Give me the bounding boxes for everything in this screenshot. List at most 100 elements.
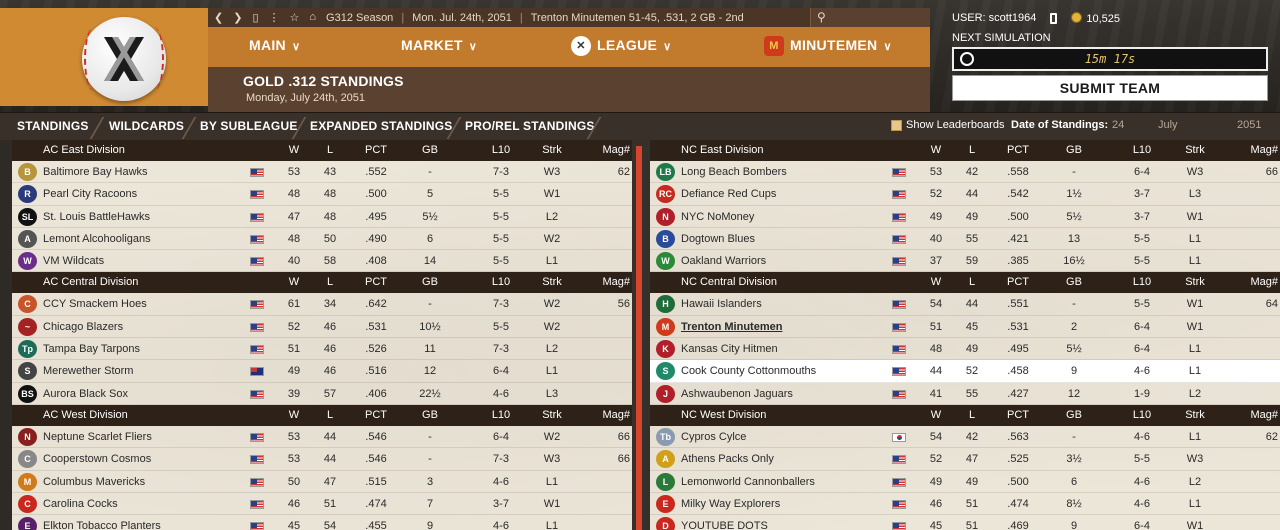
table-row[interactable]: C Carolina Cocks 46 51 .474 7 3-7 W1 bbox=[12, 492, 632, 516]
team-name-link[interactable]: Oakland Warriors bbox=[681, 255, 766, 267]
star-icon[interactable]: ☆ bbox=[290, 11, 300, 24]
table-row[interactable]: A Lemont Alcohooligans 48 50 .490 6 5-5 W2 bbox=[12, 227, 632, 251]
column-header-strk[interactable]: Strk bbox=[538, 276, 566, 288]
team-name-link[interactable]: Defiance Red Cups bbox=[681, 188, 776, 200]
column-header-pct[interactable]: PCT bbox=[360, 144, 392, 156]
team-name-link[interactable]: Neptune Scarlet Fliers bbox=[43, 431, 152, 443]
standings-day-select[interactable]: 24 bbox=[1112, 119, 1124, 131]
table-row[interactable]: L Lemonworld Cannonballers 49 49 .500 6 4-6 L2 bbox=[650, 470, 1280, 493]
column-header-w[interactable]: W bbox=[924, 144, 948, 156]
table-row[interactable]: C Cooperstown Cosmos 53 44 .546 - 7-3 W3 66 bbox=[12, 448, 632, 471]
table-row[interactable]: S Cook County Cottonmouths 44 52 .458 9 4-6 L1 bbox=[650, 360, 1280, 383]
table-row[interactable]: B Dogtown Blues 40 55 .421 13 5-5 L1 bbox=[650, 227, 1280, 251]
column-header-l10[interactable]: L10 bbox=[486, 409, 516, 421]
team-name-link[interactable]: Chicago Blazers bbox=[43, 321, 123, 333]
table-row[interactable]: E Milky Way Explorers 46 51 .474 8½ 4-6 L1 bbox=[650, 492, 1280, 516]
column-header-l[interactable]: L bbox=[318, 276, 342, 288]
column-header-gb[interactable]: GB bbox=[414, 144, 446, 156]
home-icon[interactable]: ⌂ bbox=[309, 11, 316, 24]
team-name-link[interactable]: Elkton Tobacco Planters bbox=[43, 520, 161, 530]
column-header-gb[interactable]: GB bbox=[414, 276, 446, 288]
submit-team-button[interactable]: SUBMIT TEAM bbox=[952, 75, 1268, 101]
mobile-icon[interactable]: ▯ bbox=[252, 11, 258, 24]
search-box[interactable]: ⚲ bbox=[810, 8, 930, 27]
table-row[interactable]: J Ashwaubenon Jaguars 41 55 .427 12 1-9 L2 bbox=[650, 382, 1280, 405]
table-row[interactable]: LB Long Beach Bombers 53 42 .558 - 6-4 W3 66 bbox=[650, 161, 1280, 184]
team-name-link[interactable]: St. Louis BattleHawks bbox=[43, 211, 150, 223]
table-row[interactable]: BS Aurora Black Sox 39 57 .406 22½ 4-6 L3 bbox=[12, 382, 632, 405]
column-header-mag[interactable]: Mag# bbox=[1240, 144, 1278, 156]
standings-month-select[interactable]: July bbox=[1158, 119, 1178, 131]
team-name-link[interactable]: Cypros Cylce bbox=[681, 431, 746, 443]
table-row[interactable]: Tb Cypros Cylce 54 42 .563 - 4-6 L1 62 bbox=[650, 425, 1280, 449]
team-name-link[interactable]: Dogtown Blues bbox=[681, 233, 755, 245]
table-row[interactable]: SL St. Louis BattleHawks 47 48 .495 5½ 5-5 L2 bbox=[12, 205, 632, 228]
column-header-mag[interactable]: Mag# bbox=[1240, 409, 1278, 421]
phone-icon[interactable] bbox=[1050, 12, 1058, 24]
table-row[interactable]: N Neptune Scarlet Fliers 53 44 .546 - 6-4 W2 66 bbox=[12, 425, 632, 449]
table-row[interactable]: RC Defiance Red Cups 52 44 .542 1½ 3-7 L3 bbox=[650, 183, 1280, 206]
team-name-link[interactable]: NYC NoMoney bbox=[681, 211, 754, 223]
table-row[interactable]: M Columbus Mavericks 50 47 .515 3 4-6 L1 bbox=[12, 470, 632, 493]
team-name-link[interactable]: Milky Way Explorers bbox=[681, 498, 780, 510]
table-row[interactable]: ~ Chicago Blazers 52 46 .531 10½ 5-5 W2 bbox=[12, 315, 632, 339]
column-header-mag[interactable]: Mag# bbox=[592, 276, 630, 288]
column-header-l[interactable]: L bbox=[318, 144, 342, 156]
nav-league[interactable]: ✕ LEAGUE ∨ bbox=[571, 27, 672, 67]
column-header-pct[interactable]: PCT bbox=[360, 276, 392, 288]
column-header-strk[interactable]: Strk bbox=[1181, 276, 1209, 288]
column-header-l10[interactable]: L10 bbox=[1127, 409, 1157, 421]
team-name-link[interactable]: Hawaii Islanders bbox=[681, 298, 762, 310]
team-name-link[interactable]: Carolina Cocks bbox=[43, 498, 118, 510]
nav-market[interactable]: MARKET ∨ bbox=[401, 27, 477, 67]
table-row[interactable]: Tp Tampa Bay Tarpons 51 46 .526 11 7-3 L2 bbox=[12, 338, 632, 361]
table-row[interactable]: R Pearl City Racoons 48 48 .500 5 5-5 W1 bbox=[12, 183, 632, 206]
team-name-link[interactable]: Aurora Black Sox bbox=[43, 388, 128, 400]
column-header-strk[interactable]: Strk bbox=[538, 409, 566, 421]
column-header-w[interactable]: W bbox=[282, 276, 306, 288]
team-name-link[interactable]: Baltimore Bay Hawks bbox=[43, 166, 148, 178]
team-record[interactable]: Trenton Minutemen 51-45, .531, 2 GB - 2n… bbox=[531, 12, 744, 24]
team-name-link[interactable]: Lemonworld Cannonballers bbox=[681, 476, 815, 488]
table-row[interactable]: S Merewether Storm 49 46 .516 12 6-4 L1 bbox=[12, 360, 632, 383]
back-icon[interactable]: ❮ bbox=[214, 11, 223, 24]
column-header-w[interactable]: W bbox=[924, 409, 948, 421]
column-header-mag[interactable]: Mag# bbox=[592, 409, 630, 421]
column-header-mag[interactable]: Mag# bbox=[1240, 276, 1278, 288]
team-name-link[interactable]: Trenton Minutemen bbox=[681, 321, 782, 333]
column-header-gb[interactable]: GB bbox=[414, 409, 446, 421]
team-name-link[interactable]: Tampa Bay Tarpons bbox=[43, 343, 140, 355]
column-header-l10[interactable]: L10 bbox=[486, 144, 516, 156]
team-name-link[interactable]: Athens Packs Only bbox=[681, 453, 774, 465]
nav-team[interactable]: M MINUTEMEN ∨ bbox=[764, 27, 892, 67]
column-header-pct[interactable]: PCT bbox=[360, 409, 392, 421]
column-header-w[interactable]: W bbox=[282, 144, 306, 156]
table-row[interactable]: W VM Wildcats 40 58 .408 14 5-5 L1 bbox=[12, 250, 632, 273]
team-name-link[interactable]: Pearl City Racoons bbox=[43, 188, 137, 200]
team-name-link[interactable]: VM Wildcats bbox=[43, 255, 104, 267]
column-header-strk[interactable]: Strk bbox=[1181, 144, 1209, 156]
tab-expanded-standings[interactable]: EXPANDED STANDINGS bbox=[304, 113, 459, 141]
standings-year-select[interactable]: 2051 bbox=[1237, 119, 1261, 131]
column-header-pct[interactable]: PCT bbox=[1002, 276, 1034, 288]
team-name-link[interactable]: Lemont Alcohooligans bbox=[43, 233, 151, 245]
team-name-link[interactable]: Kansas City Hitmen bbox=[681, 343, 778, 355]
column-header-gb[interactable]: GB bbox=[1058, 276, 1090, 288]
show-leaderboards-label[interactable]: Show Leaderboards bbox=[906, 119, 1004, 131]
site-logo[interactable] bbox=[82, 17, 166, 101]
table-row[interactable]: N NYC NoMoney 49 49 .500 5½ 3-7 W1 bbox=[650, 205, 1280, 228]
team-name-link[interactable]: YOUTUBE DOTS bbox=[681, 520, 768, 530]
team-name-link[interactable]: Merewether Storm bbox=[43, 365, 133, 377]
column-header-l10[interactable]: L10 bbox=[1127, 276, 1157, 288]
team-name-link[interactable]: Columbus Mavericks bbox=[43, 476, 145, 488]
column-header-mag[interactable]: Mag# bbox=[592, 144, 630, 156]
scrollbar-thumb[interactable] bbox=[636, 146, 642, 530]
team-name-link[interactable]: Long Beach Bombers bbox=[681, 166, 787, 178]
column-header-gb[interactable]: GB bbox=[1058, 144, 1090, 156]
table-row[interactable]: B Baltimore Bay Hawks 53 43 .552 - 7-3 W3 62 bbox=[12, 161, 632, 184]
table-row[interactable]: K Kansas City Hitmen 48 49 .495 5½ 6-4 L1 bbox=[650, 338, 1280, 361]
team-name-link[interactable]: Ashwaubenon Jaguars bbox=[681, 388, 793, 400]
column-header-l[interactable]: L bbox=[318, 409, 342, 421]
table-row[interactable]: C CCY Smackem Hoes 61 34 .642 - 7-3 W2 56 bbox=[12, 293, 632, 316]
column-header-l10[interactable]: L10 bbox=[1127, 144, 1157, 156]
